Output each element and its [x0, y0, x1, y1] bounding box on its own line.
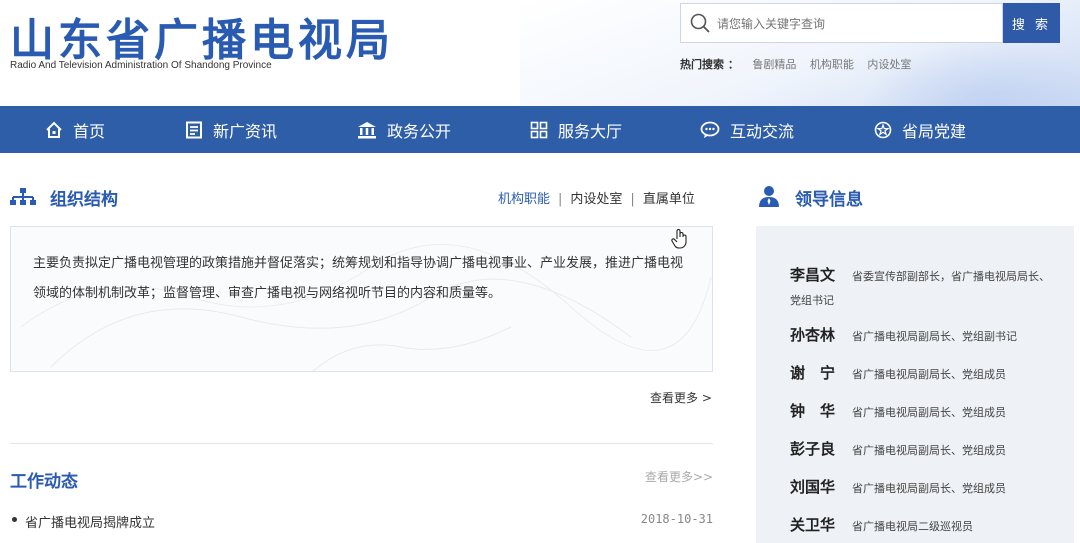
org-tabs: 机构职能 | 内设处室 | 直属单位: [498, 188, 695, 207]
leader-item[interactable]: 李昌文 省委宣传部副部长，省广播电视局局长、党组书记: [790, 264, 1060, 312]
news-list-item[interactable]: 省广播电视局揭牌成立 2018-10-31: [10, 511, 713, 533]
leader-item[interactable]: 刘国华 省广播电视局副局长、党组成员: [790, 476, 1060, 497]
leader-item[interactable]: 孙杏林 省广播电视局副局长、党组副书记: [790, 324, 1060, 345]
nav-item-government[interactable]: 政务公开: [357, 106, 451, 153]
news-icon: [186, 121, 202, 138]
news-more-link[interactable]: 查看更多>>: [645, 468, 713, 485]
leader-name[interactable]: 钟 华: [790, 400, 852, 421]
leader-section-title: 领导信息: [795, 190, 863, 210]
leader-name[interactable]: 孙杏林: [790, 324, 852, 345]
nav-item-label: 政务公开: [387, 121, 452, 141]
leader-item[interactable]: 彭子良 省广播电视局副局长、党组成员: [790, 438, 1060, 459]
nav-item-label: 省局党建: [902, 121, 967, 141]
site-logo-title[interactable]: 山东省广播电视局: [10, 4, 394, 68]
chat-icon: [700, 121, 720, 138]
org-more-link[interactable]: 查看更多 >: [650, 389, 712, 406]
nav-item-label: 互动交流: [730, 121, 795, 141]
hot-search-label: 热门搜索 ：: [680, 58, 739, 71]
hot-search-item[interactable]: 机构职能: [810, 58, 854, 71]
leader-name[interactable]: 关卫华: [790, 514, 852, 535]
hot-search-item[interactable]: 内设处室: [867, 58, 911, 71]
leader-name[interactable]: 刘国华: [790, 476, 852, 497]
org-description-box: 主要负责拟定广播电视管理的政策措施并督促落实；统筹规划和指导协调广播电视事业、产…: [10, 226, 713, 372]
hot-search: 热门搜索 ： 鲁剧精品 机构职能 内设处室: [680, 56, 921, 72]
section-divider: [10, 443, 713, 444]
leader-title: 省广播电视局二级巡视员: [852, 520, 973, 533]
leader-name[interactable]: 彭子良: [790, 438, 852, 459]
tab-separator: |: [558, 192, 563, 207]
leader-title: 省广播电视局副局长、党组成员: [852, 444, 1006, 457]
nav-item-label: 服务大厅: [558, 121, 623, 141]
home-icon: [46, 121, 62, 138]
main-nav: 首页 新广资讯 政务公开 服务大厅 互动交流 省局党建: [0, 106, 1080, 153]
nav-item-label: 新广资讯: [213, 121, 278, 141]
leader-title: 省广播电视局副局长、党组副书记: [852, 330, 1017, 343]
tab-internal-departments[interactable]: 内设处室: [570, 192, 622, 207]
leader-item[interactable]: 钟 华省广播电视局副局长、党组成员: [790, 400, 1060, 421]
government-building-icon: [358, 121, 376, 138]
leader-item[interactable]: 关卫华 省广播电视局二级巡视员: [790, 514, 1060, 535]
tab-separator: |: [630, 192, 635, 207]
news-title[interactable]: 省广播电视局揭牌成立: [25, 512, 155, 531]
hand-cursor-icon: [671, 229, 687, 249]
leader-name[interactable]: 谢 宁: [790, 362, 852, 383]
search-box: [680, 3, 1003, 43]
leader-title: 省广播电视局副局长、党组成员: [852, 368, 1006, 381]
leader-name[interactable]: 李昌文: [790, 264, 852, 286]
nav-item-party[interactable]: 省局党建: [874, 106, 966, 153]
leader-title: 省广播电视局副局长、党组成员: [852, 482, 1006, 495]
leader-title: 省广播电视局副局长、党组成员: [852, 406, 1006, 419]
site-header: 山东省广播电视局 Radio And Television Administra…: [0, 0, 1080, 106]
grid-icon: [530, 121, 548, 138]
nav-item-home[interactable]: 首页: [45, 106, 105, 153]
news-date: 2018-10-31: [640, 512, 713, 526]
search-icon: [690, 13, 710, 33]
nav-item-service[interactable]: 服务大厅: [530, 106, 622, 153]
hot-search-item[interactable]: 鲁剧精品: [752, 58, 796, 71]
leader-icon: [759, 186, 779, 207]
tab-org-functions[interactable]: 机构职能: [498, 192, 550, 207]
nav-item-interaction[interactable]: 互动交流: [700, 106, 794, 153]
nav-item-news[interactable]: 新广资讯: [185, 106, 277, 153]
org-chart-icon: [10, 188, 36, 205]
bullet: [12, 517, 17, 522]
site-logo-subtitle: Radio And Television Administration Of S…: [10, 60, 272, 71]
party-emblem-icon: [874, 121, 892, 138]
search-button[interactable]: 搜 索: [1003, 3, 1060, 43]
news-section-title: 工作动态: [10, 472, 78, 492]
leader-panel: 李昌文 省委宣传部副部长，省广播电视局局长、党组书记 孙杏林 省广播电视局副局长、党…: [756, 226, 1074, 543]
leader-item[interactable]: 谢 宁省广播电视局副局长、党组成员: [790, 362, 1060, 383]
org-section-title: 组织结构: [50, 190, 118, 210]
search-input[interactable]: [717, 13, 987, 35]
tab-affiliated-units[interactable]: 直属单位: [643, 192, 695, 207]
org-description: 主要负责拟定广播电视管理的政策措施并督促落实；统筹规划和指导协调广播电视事业、产…: [33, 256, 684, 301]
nav-item-label: 首页: [73, 121, 106, 141]
